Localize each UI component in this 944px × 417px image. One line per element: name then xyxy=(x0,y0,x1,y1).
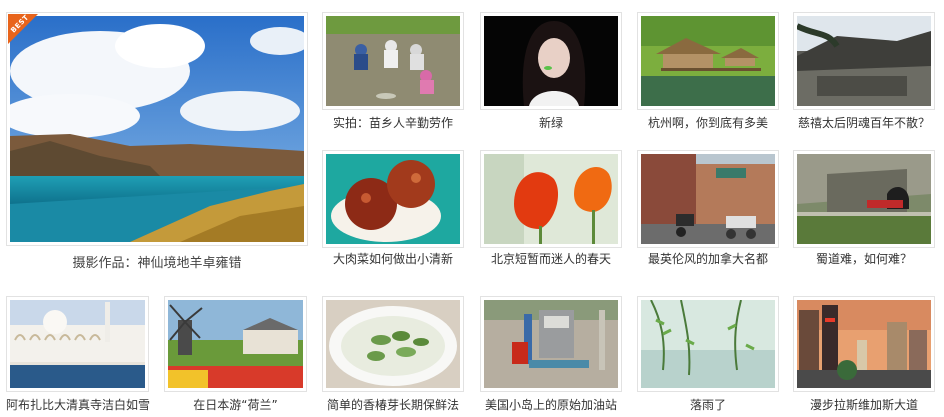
thumb-caption[interactable]: 在日本游“荷兰” xyxy=(164,397,307,413)
thumb-frame[interactable] xyxy=(322,150,464,248)
thumb-card-xiangchun[interactable]: 简单的香椿芽长期保鲜法 xyxy=(322,296,464,416)
thumb-image-xinlv[interactable] xyxy=(484,16,618,106)
thumb-image-cixi[interactable] xyxy=(797,16,931,106)
thumb-caption[interactable]: 杭州啊，你到底有多美 xyxy=(637,115,779,131)
featured-caption[interactable]: 摄影作品：神仙境地羊卓雍错 xyxy=(6,256,308,272)
thumb-frame[interactable] xyxy=(637,296,779,392)
thumb-image-holland[interactable] xyxy=(168,300,303,388)
thumb-image-miao[interactable] xyxy=(326,16,460,106)
thumb-caption[interactable]: 实拍：苗乡人辛勤劳作 xyxy=(322,115,464,131)
thumb-caption[interactable]: 新绿 xyxy=(480,115,622,131)
thumb-image-canada[interactable] xyxy=(641,154,775,244)
thumb-caption[interactable]: 最英伦风的加拿大名都 xyxy=(637,251,779,267)
thumb-frame[interactable] xyxy=(793,150,935,248)
thumb-frame[interactable] xyxy=(6,296,149,392)
thumb-frame[interactable] xyxy=(637,150,779,248)
thumb-caption[interactable]: 落雨了 xyxy=(637,397,779,413)
thumb-card-gas[interactable]: 美国小岛上的原始加油站 xyxy=(480,296,622,416)
thumb-frame[interactable] xyxy=(480,150,622,248)
thumb-caption[interactable]: 蜀道难，如何难？ xyxy=(793,251,935,267)
thumb-frame[interactable] xyxy=(793,296,935,392)
thumb-card-meat[interactable]: 大肉菜如何做出小清新 xyxy=(322,150,464,270)
thumb-caption[interactable]: 简单的香椿芽长期保鲜法 xyxy=(322,397,464,413)
thumb-card-abudhabi[interactable]: 阿布扎比大清真寺洁白如雪 xyxy=(6,296,150,416)
thumb-frame[interactable] xyxy=(480,12,622,110)
thumb-frame[interactable] xyxy=(637,12,779,110)
thumb-card-hangzhou[interactable]: 杭州啊，你到底有多美 xyxy=(637,12,779,132)
thumb-caption[interactable]: 美国小岛上的原始加油站 xyxy=(480,397,622,413)
thumb-caption[interactable]: 漫步拉斯维加斯大道 xyxy=(793,397,935,413)
featured-card[interactable]: BEST 摄影作品：神仙境地羊卓雍错 xyxy=(6,12,308,282)
thumb-caption[interactable]: 北京短暂而迷人的春天 xyxy=(480,251,622,267)
thumb-card-miao[interactable]: 实拍：苗乡人辛勤劳作 xyxy=(322,12,464,132)
thumb-card-xinlv[interactable]: 新绿 xyxy=(480,12,622,132)
featured-image-frame[interactable] xyxy=(6,12,308,246)
thumb-frame[interactable] xyxy=(793,12,935,110)
thumb-card-vegas[interactable]: 漫步拉斯维加斯大道 xyxy=(793,296,935,416)
thumb-image-gas[interactable] xyxy=(484,300,618,388)
thumb-image-xiangchun[interactable] xyxy=(326,300,460,388)
thumb-caption[interactable]: 阿布扎比大清真寺洁白如雪 xyxy=(6,397,150,413)
thumb-card-cixi[interactable]: 慈禧太后阴魂百年不散？ xyxy=(793,12,935,132)
thumb-caption[interactable]: 大肉菜如何做出小清新 xyxy=(322,251,464,267)
thumb-frame[interactable] xyxy=(322,12,464,110)
thumb-image-spring[interactable] xyxy=(484,154,618,244)
thumb-card-shudao[interactable]: 蜀道难，如何难？ xyxy=(793,150,935,270)
thumb-image-vegas[interactable] xyxy=(797,300,931,388)
featured-image[interactable] xyxy=(10,16,304,242)
thumb-frame[interactable] xyxy=(164,296,307,392)
thumb-card-spring[interactable]: 北京短暂而迷人的春天 xyxy=(480,150,622,270)
thumb-image-meat[interactable] xyxy=(326,154,460,244)
thumb-image-shudao[interactable] xyxy=(797,154,931,244)
thumb-caption[interactable]: 慈禧太后阴魂百年不散？ xyxy=(793,115,935,131)
thumb-card-rain[interactable]: 落雨了 xyxy=(637,296,779,416)
thumb-image-rain[interactable] xyxy=(641,300,775,388)
thumb-image-abudhabi[interactable] xyxy=(10,300,145,388)
thumb-card-holland[interactable]: 在日本游“荷兰” xyxy=(164,296,307,416)
thumb-image-hangzhou[interactable] xyxy=(641,16,775,106)
thumb-card-canada[interactable]: 最英伦风的加拿大名都 xyxy=(637,150,779,270)
thumb-frame[interactable] xyxy=(480,296,622,392)
thumb-frame[interactable] xyxy=(322,296,464,392)
